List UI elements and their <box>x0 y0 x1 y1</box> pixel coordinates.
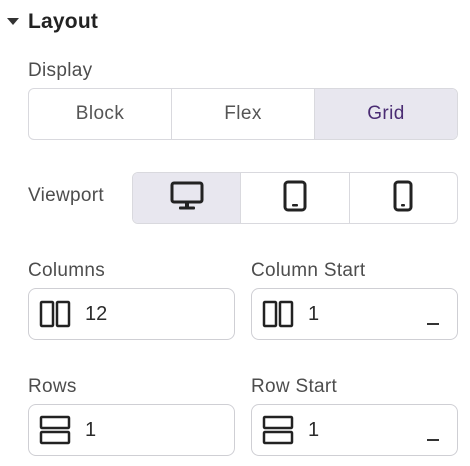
tablet-icon <box>283 180 307 217</box>
column-start-value: 1 <box>308 302 320 325</box>
row-start-label: Row Start <box>251 376 338 397</box>
layout-section-toggle[interactable]: Layout <box>6 6 98 38</box>
columns-input[interactable]: 12 <box>28 288 235 340</box>
desktop-icon <box>170 181 204 216</box>
display-grid-button[interactable]: Grid <box>315 89 457 139</box>
viewport-segmented-control <box>132 172 458 224</box>
layout-panel: Layout Display Block Flex Grid Viewport <box>0 0 470 466</box>
display-segmented-control: Block Flex Grid <box>28 88 458 140</box>
row-start-input[interactable]: 1 <box>251 404 458 456</box>
rows-icon <box>39 415 71 445</box>
display-flex-button[interactable]: Flex <box>172 89 315 139</box>
row-start-value: 1 <box>308 418 320 441</box>
viewport-desktop-button[interactable] <box>133 173 242 223</box>
column-start-input[interactable]: 1 <box>251 288 458 340</box>
columns-icon <box>262 299 294 329</box>
columns-icon <box>39 299 71 329</box>
caret-down-icon <box>6 15 20 29</box>
rows-input[interactable]: 1 <box>28 404 235 456</box>
section-title: Layout <box>28 10 99 33</box>
columns-label: Columns <box>28 260 106 281</box>
viewport-mobile-button[interactable] <box>350 173 457 223</box>
unit-dash-icon[interactable] <box>427 323 439 325</box>
rows-value: 1 <box>85 418 97 441</box>
viewport-label: Viewport <box>28 185 104 206</box>
display-label: Display <box>28 60 93 81</box>
rows-icon <box>262 415 294 445</box>
rows-label: Rows <box>28 376 77 397</box>
column-start-label: Column Start <box>251 260 366 281</box>
columns-value: 12 <box>85 302 108 325</box>
mobile-icon <box>393 180 413 217</box>
viewport-tablet-button[interactable] <box>241 173 350 223</box>
display-block-button[interactable]: Block <box>29 89 172 139</box>
unit-dash-icon[interactable] <box>427 439 439 441</box>
